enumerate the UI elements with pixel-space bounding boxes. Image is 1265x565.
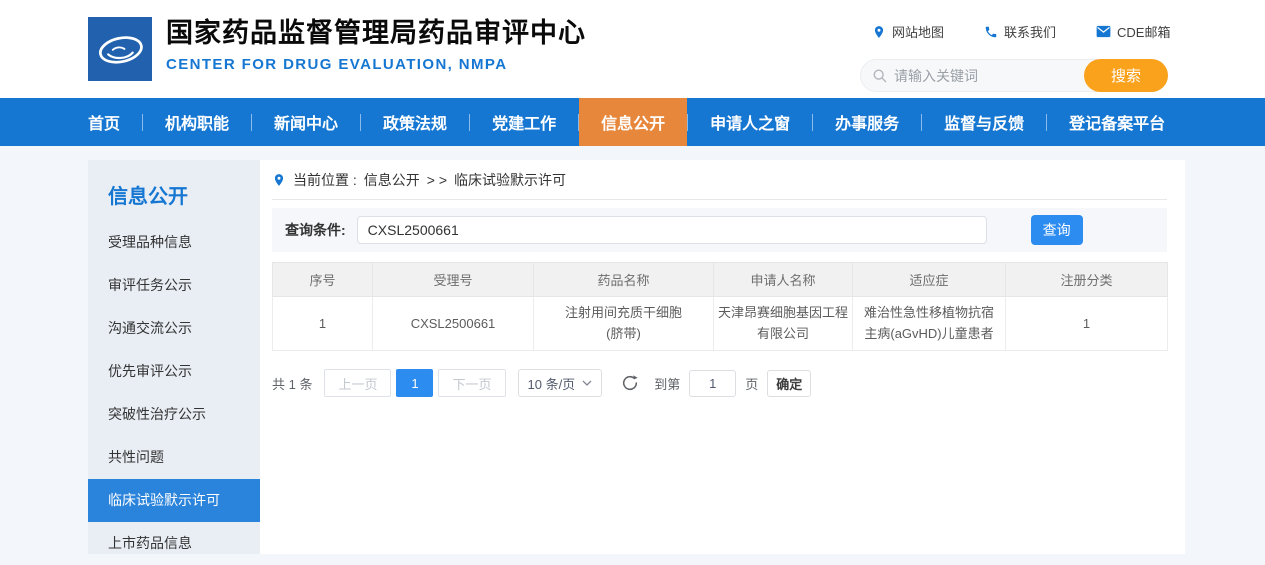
jump-page-input[interactable]	[689, 370, 736, 397]
confirm-button[interactable]: 确定	[767, 370, 811, 397]
site-title: 国家药品监督管理局药品审评中心	[166, 17, 586, 51]
jump-page-suffix: 页	[745, 374, 758, 393]
cde-mail-link[interactable]: CDE邮箱	[1096, 22, 1170, 41]
page-size-value: 10 条/页	[528, 374, 576, 393]
magnifier-icon	[872, 68, 888, 84]
nav-item-registration-platform[interactable]: 登记备案平台	[1047, 98, 1187, 146]
sidebar-item-accepted-varieties[interactable]: 受理品种信息	[88, 221, 260, 264]
nav-item-information-disclosure[interactable]: 信息公开	[579, 98, 687, 146]
cell-acceptance-no: CXSL2500661	[373, 297, 534, 351]
breadcrumb-separator: > >	[427, 172, 447, 188]
nav-item-functions[interactable]: 机构职能	[143, 98, 251, 146]
cde-mail-link-label: CDE邮箱	[1117, 22, 1170, 41]
breadcrumb-prefix: 当前位置 :	[293, 170, 357, 190]
cell-index: 1	[273, 297, 373, 351]
query-bar: 查询条件: 查询	[272, 208, 1167, 252]
col-header-index: 序号	[273, 263, 373, 297]
cde-logo-icon	[91, 20, 149, 78]
main-nav: 首页 机构职能 新闻中心 政策法规 党建工作 信息公开 申请人之窗 办事服务 监…	[0, 98, 1265, 146]
sitemap-link[interactable]: 网站地图	[872, 22, 944, 41]
col-header-registration-class: 注册分类	[1006, 263, 1168, 297]
nav-item-news[interactable]: 新闻中心	[252, 98, 360, 146]
location-pin-icon	[272, 173, 286, 187]
phone-icon	[984, 25, 998, 39]
location-pin-icon	[872, 25, 886, 39]
sidebar: 信息公开 受理品种信息 审评任务公示 沟通交流公示 优先审评公示 突破性治疗公示…	[88, 160, 260, 554]
site-subtitle: CENTER FOR DRUG EVALUATION, NMPA	[166, 56, 586, 73]
cell-drug-name: 注射用间充质干细胞(脐带)	[534, 297, 714, 351]
header-links: 网站地图 联系我们 CDE邮箱	[872, 22, 1170, 41]
cell-applicant: 天津昂赛细胞基因工程有限公司	[714, 297, 853, 351]
pagination-total: 共 1 条	[272, 374, 312, 393]
results-table: 序号 受理号 药品名称 申请人名称 适应症 注册分类 1 CXSL2500661…	[272, 262, 1168, 351]
table-header-row: 序号 受理号 药品名称 申请人名称 适应症 注册分类	[273, 263, 1168, 297]
query-condition-label: 查询条件:	[285, 220, 346, 240]
cell-registration-class: 1	[1006, 297, 1168, 351]
sidebar-item-common-issues[interactable]: 共性问题	[88, 436, 260, 479]
refresh-icon[interactable]	[621, 374, 639, 392]
table-row: 1 CXSL2500661 注射用间充质干细胞(脐带) 天津昂赛细胞基因工程有限…	[273, 297, 1168, 351]
nav-item-policies[interactable]: 政策法规	[361, 98, 469, 146]
nav-item-party-building[interactable]: 党建工作	[470, 98, 578, 146]
nav-item-applicant-window[interactable]: 申请人之窗	[688, 98, 812, 146]
col-header-indication: 适应症	[853, 263, 1006, 297]
chevron-down-icon	[582, 380, 592, 386]
sidebar-item-marketed-drugs[interactable]: 上市药品信息	[88, 522, 260, 565]
page-size-select[interactable]: 10 条/页	[518, 369, 603, 397]
nav-item-home[interactable]: 首页	[88, 98, 142, 146]
brand: 国家药品监督管理局药品审评中心 CENTER FOR DRUG EVALUATI…	[88, 17, 586, 81]
breadcrumb-section[interactable]: 信息公开	[364, 170, 420, 190]
sidebar-item-review-tasks[interactable]: 审评任务公示	[88, 264, 260, 307]
nav-item-services[interactable]: 办事服务	[813, 98, 921, 146]
nav-item-supervision-feedback[interactable]: 监督与反馈	[922, 98, 1046, 146]
jump-to-label: 到第	[654, 374, 680, 393]
pagination: 共 1 条 上一页 1 下一页 10 条/页 到第 页 确定	[272, 369, 1167, 397]
sidebar-item-priority-review[interactable]: 优先审评公示	[88, 350, 260, 393]
sidebar-item-communication[interactable]: 沟通交流公示	[88, 307, 260, 350]
breadcrumb-current: 临床试验默示许可	[454, 170, 566, 190]
contact-link[interactable]: 联系我们	[984, 22, 1056, 41]
sitemap-link-label: 网站地图	[892, 22, 944, 41]
col-header-acceptance-no: 受理号	[373, 263, 534, 297]
query-button[interactable]: 查询	[1031, 215, 1083, 245]
site-search-input[interactable]	[888, 68, 1084, 84]
cell-indication: 难治性急性移植物抗宿主病(aGvHD)儿童患者	[853, 297, 1006, 351]
sidebar-item-clinical-trial-implied-license[interactable]: 临床试验默示许可	[88, 479, 260, 522]
query-condition-input[interactable]	[357, 216, 987, 244]
next-page-button[interactable]: 下一页	[438, 369, 505, 397]
col-header-applicant: 申请人名称	[714, 263, 853, 297]
col-header-drug-name: 药品名称	[534, 263, 714, 297]
page-1-button[interactable]: 1	[396, 369, 433, 397]
contact-link-label: 联系我们	[1004, 22, 1056, 41]
site-header: 国家药品监督管理局药品审评中心 CENTER FOR DRUG EVALUATI…	[0, 0, 1265, 98]
breadcrumb: 当前位置 : 信息公开 > > 临床试验默示许可	[272, 160, 1167, 200]
sidebar-item-breakthrough-therapy[interactable]: 突破性治疗公示	[88, 393, 260, 436]
mail-icon	[1096, 25, 1111, 38]
main-content: 当前位置 : 信息公开 > > 临床试验默示许可 查询条件: 查询 序号 受理号…	[260, 160, 1185, 554]
prev-page-button[interactable]: 上一页	[324, 369, 391, 397]
sidebar-title: 信息公开	[108, 180, 260, 209]
site-search-bar: 搜索	[860, 59, 1168, 92]
brand-text: 国家药品监督管理局药品审评中心 CENTER FOR DRUG EVALUATI…	[166, 17, 586, 73]
page-container: 信息公开 受理品种信息 审评任务公示 沟通交流公示 优先审评公示 突破性治疗公示…	[88, 160, 1185, 554]
cde-logo	[88, 17, 152, 81]
site-search-button[interactable]: 搜索	[1084, 59, 1168, 92]
